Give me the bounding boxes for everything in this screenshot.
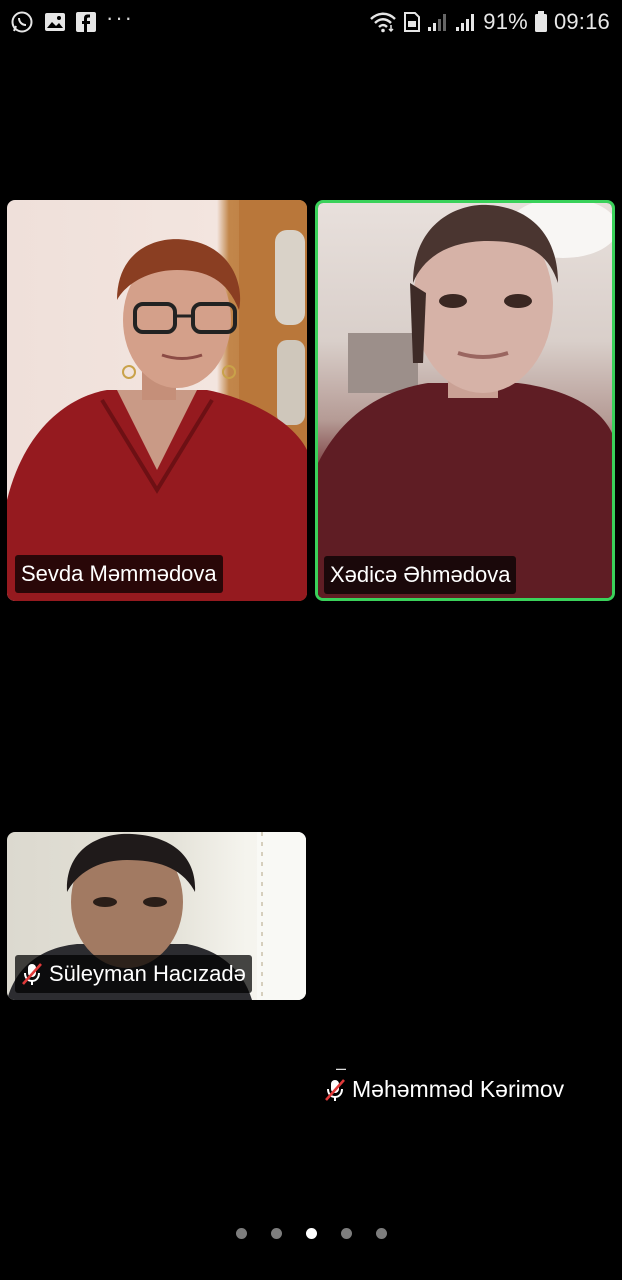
muted-microphone-icon <box>21 962 43 986</box>
video-tile-sevda[interactable]: Sevda Məmmədova <box>7 200 307 601</box>
signal-strength-icon-1 <box>427 12 449 32</box>
participant-name: Xədicə Əhmədova <box>330 562 511 587</box>
meeting-gallery-view: ··· 91% 09:16 Sevda Məmmədova Xədicə Əhm… <box>0 0 622 1280</box>
video-feed <box>318 203 612 598</box>
participant-name: Süleyman Hacızadə <box>49 961 246 986</box>
whatsapp-icon <box>10 10 34 34</box>
video-tile-xedice-active-speaker[interactable]: Xədicə Əhmədova <box>315 200 615 601</box>
video-tile-mehemmed-no-video[interactable]: – Məhəmməd Kərimov <box>324 1058 614 1118</box>
battery-percent: 91% <box>483 9 528 34</box>
video-tile-suleyman[interactable]: Süleyman Hacızadə <box>7 832 306 1000</box>
participant-name-tag: Sevda Məmmədova <box>15 555 223 593</box>
page-dot-1[interactable] <box>235 1228 247 1239</box>
clock: 09:16 <box>553 9 610 34</box>
page-dot-5[interactable] <box>375 1228 387 1239</box>
participant-name: Sevda Məmmədova <box>21 561 217 586</box>
page-indicator <box>0 1228 622 1239</box>
gallery-icon <box>44 12 66 32</box>
muted-microphone-icon <box>324 1078 346 1102</box>
status-bar: ··· 91% 09:16 <box>0 0 622 44</box>
wifi-icon <box>369 11 397 33</box>
status-bar-right: 91% 09:16 <box>369 9 610 35</box>
video-feed <box>7 200 307 601</box>
participant-name-tag: Məhəmməd Kərimov <box>324 1076 564 1103</box>
more-notifications-icon: ··· <box>106 5 134 30</box>
sim-card-icon <box>403 11 421 33</box>
participant-name-tag: Xədicə Əhmədova <box>324 556 517 594</box>
participant-name-tag: Süleyman Hacızadə <box>15 955 252 993</box>
participant-name: Məhəmməd Kərimov <box>352 1076 565 1102</box>
page-dot-2[interactable] <box>270 1228 282 1239</box>
page-dot-4[interactable] <box>340 1228 352 1239</box>
status-bar-left: ··· <box>10 5 134 34</box>
signal-strength-icon-2 <box>455 12 477 32</box>
facebook-icon <box>76 12 96 32</box>
battery-icon <box>534 11 548 33</box>
page-dot-3-current[interactable] <box>305 1228 317 1239</box>
